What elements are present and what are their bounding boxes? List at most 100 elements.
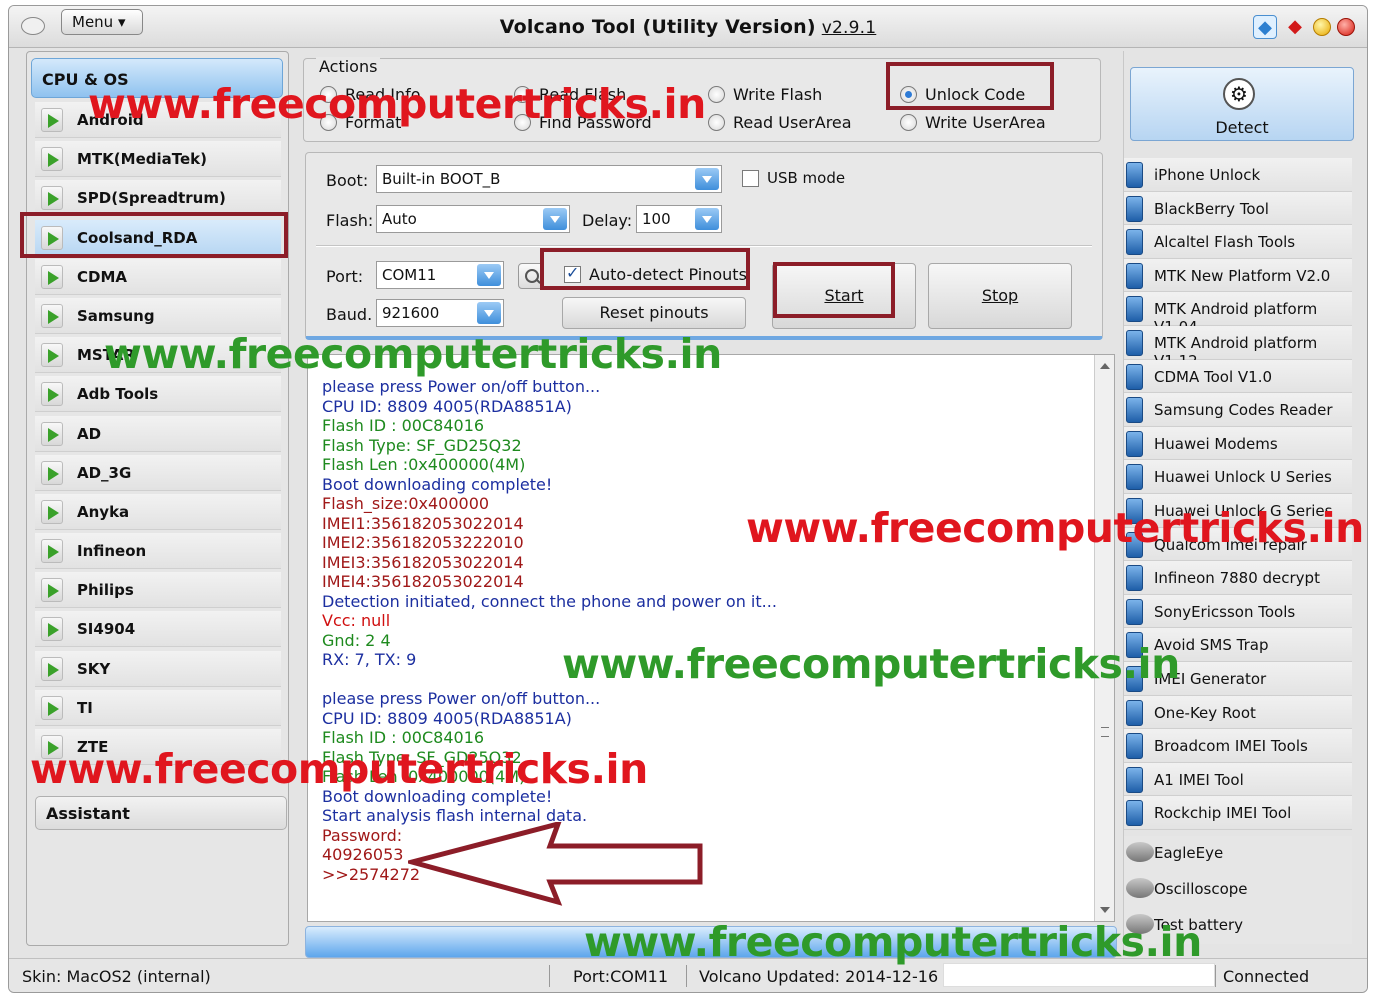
tool-item[interactable]: CDMA Tool V1.0 xyxy=(1124,359,1352,394)
log-line: Flash_size:0x400000 xyxy=(322,494,490,513)
scroll-grip-icon[interactable] xyxy=(1101,727,1109,737)
phone-icon xyxy=(1126,464,1143,491)
baud-select[interactable]: 921600 xyxy=(376,299,504,327)
tool-label: One-Key Root xyxy=(1154,703,1256,722)
tool-item[interactable]: Infineon 7880 decrypt xyxy=(1124,561,1352,595)
category-item[interactable]: SPD(Spreadtrum) xyxy=(35,180,281,217)
category-item[interactable]: SKY xyxy=(35,650,281,687)
play-icon xyxy=(41,303,63,328)
highlight-unlock-code xyxy=(886,62,1054,110)
category-item[interactable]: Anyka xyxy=(35,493,281,530)
tool-item[interactable]: MTK New Platform V2.0 xyxy=(1124,258,1352,293)
phone-icon xyxy=(1126,565,1143,592)
category-item[interactable]: Philips xyxy=(35,572,281,609)
tool-label: Rockchip IMEI Tool xyxy=(1154,804,1292,823)
diamond-blue-icon[interactable]: ◆ xyxy=(1253,15,1277,39)
phone-icon xyxy=(1126,800,1143,827)
extra-tool-item[interactable]: Oscilloscope xyxy=(1124,872,1352,908)
assistant-button[interactable]: Assistant xyxy=(35,796,287,830)
radio-write-userarea[interactable]: Write UserArea xyxy=(900,113,1046,132)
radio-write-flash[interactable]: Write Flash xyxy=(708,85,822,104)
play-icon xyxy=(41,617,63,642)
delay-value: 100 xyxy=(642,210,671,228)
tool-item[interactable]: Huawei Modems xyxy=(1124,426,1352,461)
log-scrollbar[interactable] xyxy=(1094,355,1114,921)
tool-item[interactable]: Broadcom IMEI Tools xyxy=(1124,729,1352,763)
play-icon xyxy=(41,343,63,368)
tool-label: Alcaltel Flash Tools xyxy=(1154,233,1296,252)
phone-icon xyxy=(1126,766,1143,793)
scroll-down-icon[interactable] xyxy=(1100,907,1110,913)
category-item[interactable]: Samsung xyxy=(35,297,281,334)
radio-icon xyxy=(708,86,725,103)
phone-icon xyxy=(1126,262,1143,289)
tool-label: BlackBerry Tool xyxy=(1154,199,1269,218)
category-item[interactable]: AD xyxy=(35,415,281,452)
tool-item[interactable]: Rockchip IMEI Tool xyxy=(1124,796,1352,830)
category-label: MTK(MediaTek) xyxy=(77,150,207,169)
phone-icon xyxy=(1126,195,1143,222)
baud-value: 921600 xyxy=(382,304,440,322)
delay-select[interactable]: 100 xyxy=(636,205,722,233)
tool-list: iPhone Unlock BlackBerry Tool Alcaltel Fla… xyxy=(1124,158,1352,830)
tool-item[interactable]: Alcaltel Flash Tools xyxy=(1124,225,1352,259)
tool-item[interactable]: SonyEricsson Tools xyxy=(1124,594,1352,629)
status-divider xyxy=(549,965,550,987)
scroll-up-icon[interactable] xyxy=(1100,363,1110,369)
watermark-text: www.freecomputertricks.in xyxy=(88,80,706,128)
category-label: Adb Tools xyxy=(77,385,159,404)
log-line: CPU ID: 8809 4005(RDA8851A) xyxy=(322,708,572,728)
window-title-text: Volcano Tool (Utility Version) xyxy=(499,16,816,38)
phone-icon xyxy=(1126,363,1143,390)
diamond-red-icon[interactable]: ◆ xyxy=(1283,15,1307,39)
tool-item[interactable]: Huawei Unlock U Series xyxy=(1124,460,1352,494)
close-icon[interactable] xyxy=(1337,18,1355,36)
tool-item[interactable]: One-Key Root xyxy=(1124,695,1352,730)
phone-icon xyxy=(1126,699,1143,726)
status-updated: Volcano Updated: 2014-12-16 xyxy=(699,967,939,986)
play-icon xyxy=(41,539,63,564)
category-item[interactable]: SI4904 xyxy=(35,611,281,648)
settings-divider xyxy=(316,245,1092,247)
play-icon xyxy=(41,421,63,446)
category-item[interactable]: MTK(MediaTek) xyxy=(35,141,281,178)
category-label: TI xyxy=(77,698,93,717)
reset-pinouts-button[interactable]: Reset pinouts xyxy=(562,297,746,329)
tool-item[interactable]: A1 IMEI Tool xyxy=(1124,762,1352,797)
boot-value: Built-in BOOT_B xyxy=(382,170,501,188)
watermark-text: www.freecomputertricks.in xyxy=(104,330,722,378)
port-select[interactable]: COM11 xyxy=(376,261,504,289)
category-item[interactable]: Adb Tools xyxy=(35,376,281,413)
tool-item[interactable]: MTK Android platform V1.04 xyxy=(1124,292,1352,336)
eye-icon xyxy=(1126,878,1154,898)
flash-label: Flash: xyxy=(326,211,374,230)
radio-icon xyxy=(900,114,917,131)
category-label: SPD(Spreadtrum) xyxy=(77,189,226,208)
tool-item[interactable]: MTK Android platform V1.12 xyxy=(1124,325,1352,370)
detect-button[interactable]: ⚙ Detect xyxy=(1130,67,1354,141)
play-icon xyxy=(41,578,63,603)
radio-read-userarea[interactable]: Read UserArea xyxy=(708,113,852,132)
tool-item[interactable]: Samsung Codes Reader xyxy=(1124,393,1352,427)
version-link[interactable]: v2.9.1 xyxy=(822,18,877,38)
delay-label: Delay: xyxy=(582,211,633,230)
usb-mode-checkbox[interactable]: USB mode xyxy=(742,169,845,187)
status-port: Port:COM11 xyxy=(573,967,669,986)
usb-mode-label: USB mode xyxy=(767,169,846,187)
category-item[interactable]: Infineon xyxy=(35,533,281,570)
boot-select[interactable]: Built-in BOOT_B xyxy=(376,165,722,193)
chevron-down-icon xyxy=(477,302,501,324)
flash-select[interactable]: Auto xyxy=(376,205,570,233)
phone-icon xyxy=(1126,733,1143,760)
tool-item[interactable]: BlackBerry Tool xyxy=(1124,191,1352,226)
category-item[interactable]: AD_3G xyxy=(35,454,281,491)
tool-item[interactable]: iPhone Unlock xyxy=(1124,158,1352,192)
tool-label: A1 IMEI Tool xyxy=(1154,770,1244,789)
category-item[interactable]: TI xyxy=(35,689,281,726)
stop-button[interactable]: Stop xyxy=(928,263,1072,329)
extra-tool-item[interactable]: EagleEye xyxy=(1124,836,1352,872)
log-line: Flash Len :0x400000(4M) xyxy=(322,455,526,474)
log-line: please press Power on/off button... xyxy=(322,689,601,708)
category-item[interactable]: CDMA xyxy=(35,258,281,295)
minimize-icon[interactable] xyxy=(1313,18,1331,36)
